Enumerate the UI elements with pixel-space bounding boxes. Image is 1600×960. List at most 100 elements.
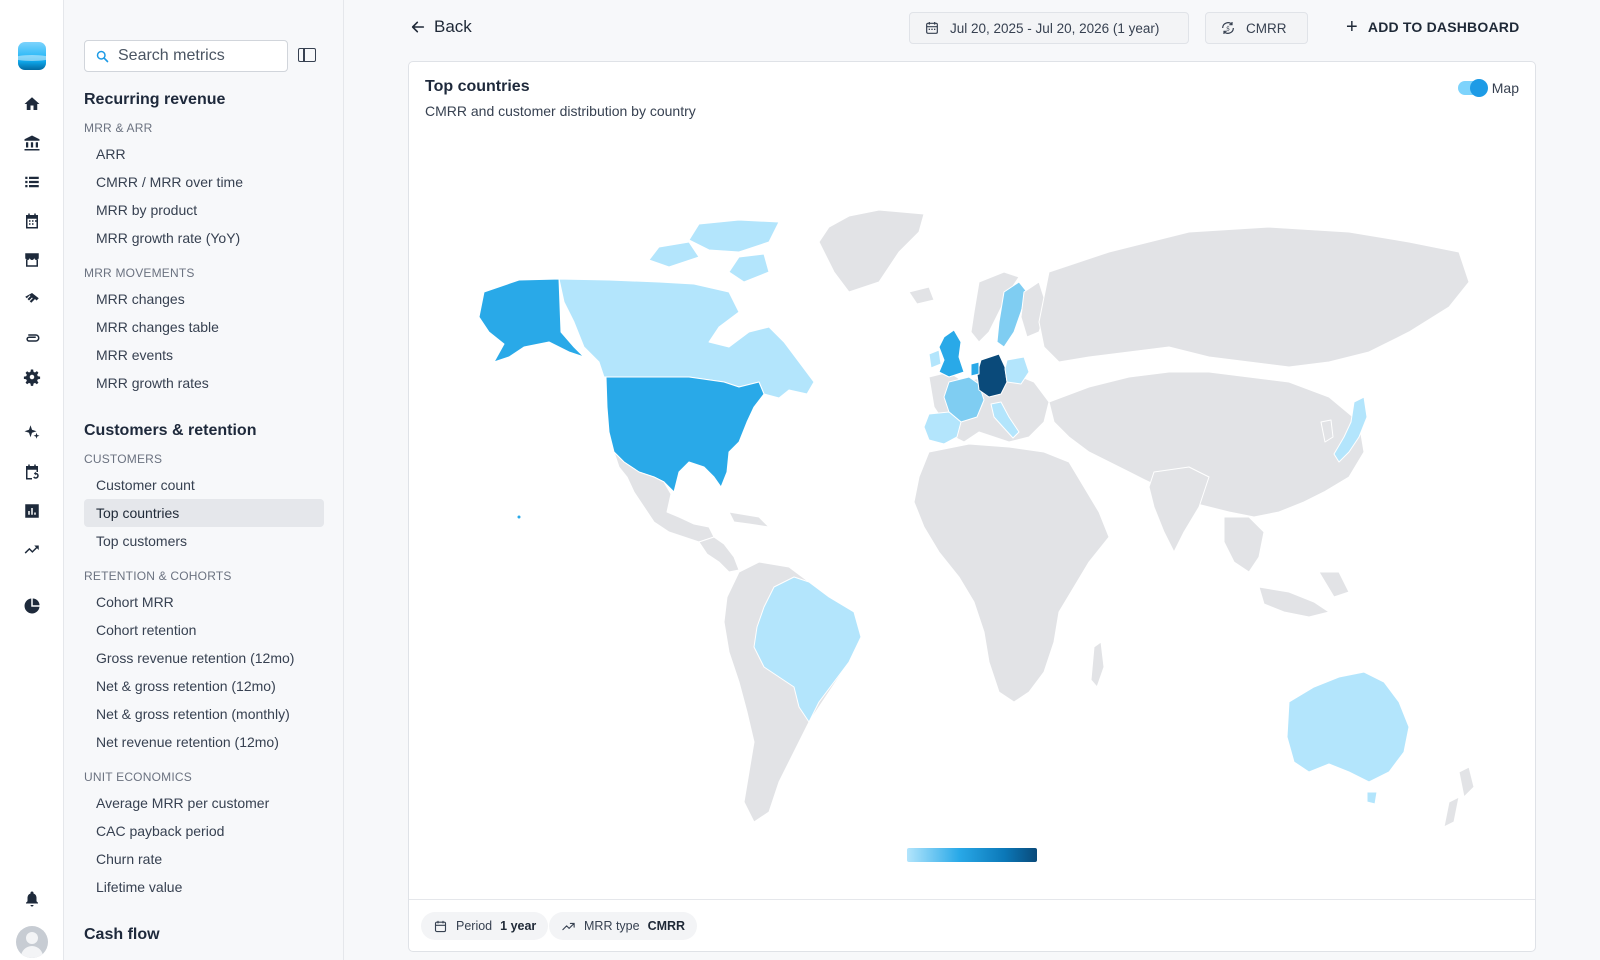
nav-item-top-countries[interactable]: Top countries [84, 499, 324, 527]
collapse-sidebar-icon[interactable] [298, 48, 316, 62]
card-footer: Period 1 year MRR type CMRR [409, 899, 1535, 951]
group-title: MRR & ARR [84, 121, 153, 135]
date-range-button[interactable]: Jul 20, 2025 - Jul 20, 2026 (1 year) [909, 12, 1189, 44]
nav-item-customer-count[interactable]: Customer count [84, 471, 324, 499]
map-country-se-asia[interactable] [1223, 516, 1350, 618]
card-title: Top countries [425, 78, 530, 95]
bank-icon[interactable] [20, 131, 44, 155]
nav-item-arr[interactable]: ARR [84, 140, 324, 168]
gear-icon[interactable] [20, 365, 44, 389]
nav-item-lifetime-value[interactable]: Lifetime value [84, 873, 324, 901]
nav-item-mrr-changes[interactable]: MRR changes [84, 285, 324, 313]
paperclip-icon[interactable] [20, 326, 44, 350]
mrr-type-label: CMRR [1246, 20, 1287, 36]
bell-icon[interactable] [20, 887, 44, 911]
map-country-asia[interactable] [1048, 371, 1365, 518]
nav-item-gross-revenue-retention[interactable]: Gross revenue retention (12mo) [84, 644, 324, 672]
calendar-icon [926, 22, 938, 34]
list-icon[interactable] [20, 170, 44, 194]
icon-rail [0, 0, 64, 960]
section-title: Cash flow [84, 926, 160, 943]
sparkle-icon[interactable] [20, 420, 44, 444]
metrics-nav: Recurring revenue MRR & ARR ARR CMRR / M… [84, 90, 324, 945]
mrr-type-chip[interactable]: MRR type CMRR [549, 912, 698, 940]
map-country-africa[interactable] [913, 443, 1110, 703]
trending-up-icon [562, 922, 575, 930]
nav-item-cac-payback[interactable]: CAC payback period [84, 817, 324, 845]
calendar-icon [434, 920, 447, 932]
period-value: 1 year [500, 919, 537, 933]
mrr-type-chip-value: CMRR [647, 919, 686, 933]
app-window: Recurring revenue MRR & ARR ARR CMRR / M… [0, 0, 1600, 960]
map-country-germany[interactable] [976, 353, 1008, 398]
card-subtitle: CMRR and customer distribution by countr… [425, 103, 696, 119]
nav-item-mrr-growth-yoy[interactable]: MRR growth rate (YoY) [84, 224, 324, 252]
world-map [478, 209, 1475, 828]
map-country-hawaii[interactable] [516, 514, 522, 520]
search-icon [96, 50, 109, 62]
store-icon[interactable] [20, 248, 44, 272]
map-toggle-wrap: Map [1457, 79, 1519, 97]
nav-item-net-gross-retention-monthly[interactable]: Net & gross retention (monthly) [84, 700, 324, 728]
color-scale-legend [907, 848, 1037, 862]
calendar-icon[interactable] [20, 209, 44, 233]
nav-item-mrr-by-product[interactable]: MRR by product [84, 196, 324, 224]
map-country-greenland[interactable] [818, 209, 925, 293]
map-country-russia[interactable] [1038, 226, 1470, 368]
back-label: Back [434, 17, 472, 36]
map-country-spain[interactable] [923, 411, 962, 445]
nav-item-mrr-changes-table[interactable]: MRR changes table [84, 313, 324, 341]
date-range-label: Jul 20, 2025 - Jul 20, 2026 (1 year) [950, 20, 1160, 36]
refresh-currency-icon: $ [1222, 22, 1234, 34]
map-country-iceland[interactable] [908, 286, 935, 305]
section-title: Recurring revenue [84, 91, 226, 108]
map-country-ireland[interactable] [928, 349, 942, 369]
search-box[interactable] [84, 40, 288, 72]
group-title: MRR movements [84, 266, 195, 280]
group-title: Customers [84, 452, 163, 466]
map-country-canada-islands[interactable] [648, 219, 780, 283]
nav-item-cohort-retention[interactable]: Cohort retention [84, 616, 324, 644]
back-button[interactable]: Back [410, 17, 472, 37]
home-icon[interactable] [20, 92, 44, 116]
nav-item-churn-rate[interactable]: Churn rate [84, 845, 324, 873]
map-toggle-label: Map [1491, 80, 1519, 96]
add-to-dashboard-label: ADD TO DASHBOARD [1367, 19, 1520, 35]
nav-item-cohort-mrr[interactable]: Cohort MRR [84, 588, 324, 616]
pie-chart-icon[interactable] [20, 594, 44, 618]
search-input[interactable] [118, 47, 268, 65]
group-title: Retention & cohorts [84, 569, 232, 583]
map-country-uk[interactable] [938, 329, 965, 378]
trending-up-icon[interactable] [20, 538, 44, 562]
mrr-type-chip-label: MRR type [584, 919, 640, 933]
arrow-left-icon [411, 21, 425, 33]
nav-item-net-revenue-retention[interactable]: Net revenue retention (12mo) [84, 728, 324, 756]
map-country-australia[interactable] [1286, 671, 1410, 783]
handshake-icon[interactable] [20, 287, 44, 311]
mrr-type-button[interactable]: $ CMRR [1205, 12, 1308, 44]
top-countries-card: Top countries CMRR and customer distribu… [408, 61, 1536, 952]
nav-item-mrr-events[interactable]: MRR events [84, 341, 324, 369]
map-country-tasmania[interactable] [1366, 791, 1378, 805]
calendar-refresh-icon[interactable] [20, 460, 44, 484]
plus-icon: + [1346, 16, 1358, 38]
map-toggle[interactable] [1457, 79, 1488, 97]
metrics-sidebar: Recurring revenue MRR & ARR ARR CMRR / M… [64, 0, 344, 960]
nav-item-mrr-growth-rates[interactable]: MRR growth rates [84, 369, 324, 397]
add-to-dashboard-button[interactable]: + ADD TO DASHBOARD [1346, 17, 1519, 37]
section-title: Customers & retention [84, 422, 257, 439]
nav-item-cmrr-over-time[interactable]: CMRR / MRR over time [84, 168, 324, 196]
nav-item-top-customers[interactable]: Top customers [84, 527, 324, 555]
app-logo[interactable] [18, 42, 46, 70]
map-country-india[interactable] [1148, 466, 1210, 553]
period-chip[interactable]: Period 1 year [421, 912, 549, 940]
map-country-netherlands[interactable] [970, 361, 980, 377]
map-country-madagascar[interactable] [1090, 641, 1105, 688]
nav-item-avg-mrr-per-customer[interactable]: Average MRR per customer [84, 789, 324, 817]
nav-item-net-gross-retention-12mo[interactable]: Net & gross retention (12mo) [84, 672, 324, 700]
map-country-new-zealand[interactable] [1443, 766, 1475, 828]
period-label: Period [456, 919, 493, 933]
svg-text:$: $ [1226, 25, 1230, 32]
avatar[interactable] [16, 926, 48, 958]
bar-chart-icon[interactable] [20, 499, 44, 523]
